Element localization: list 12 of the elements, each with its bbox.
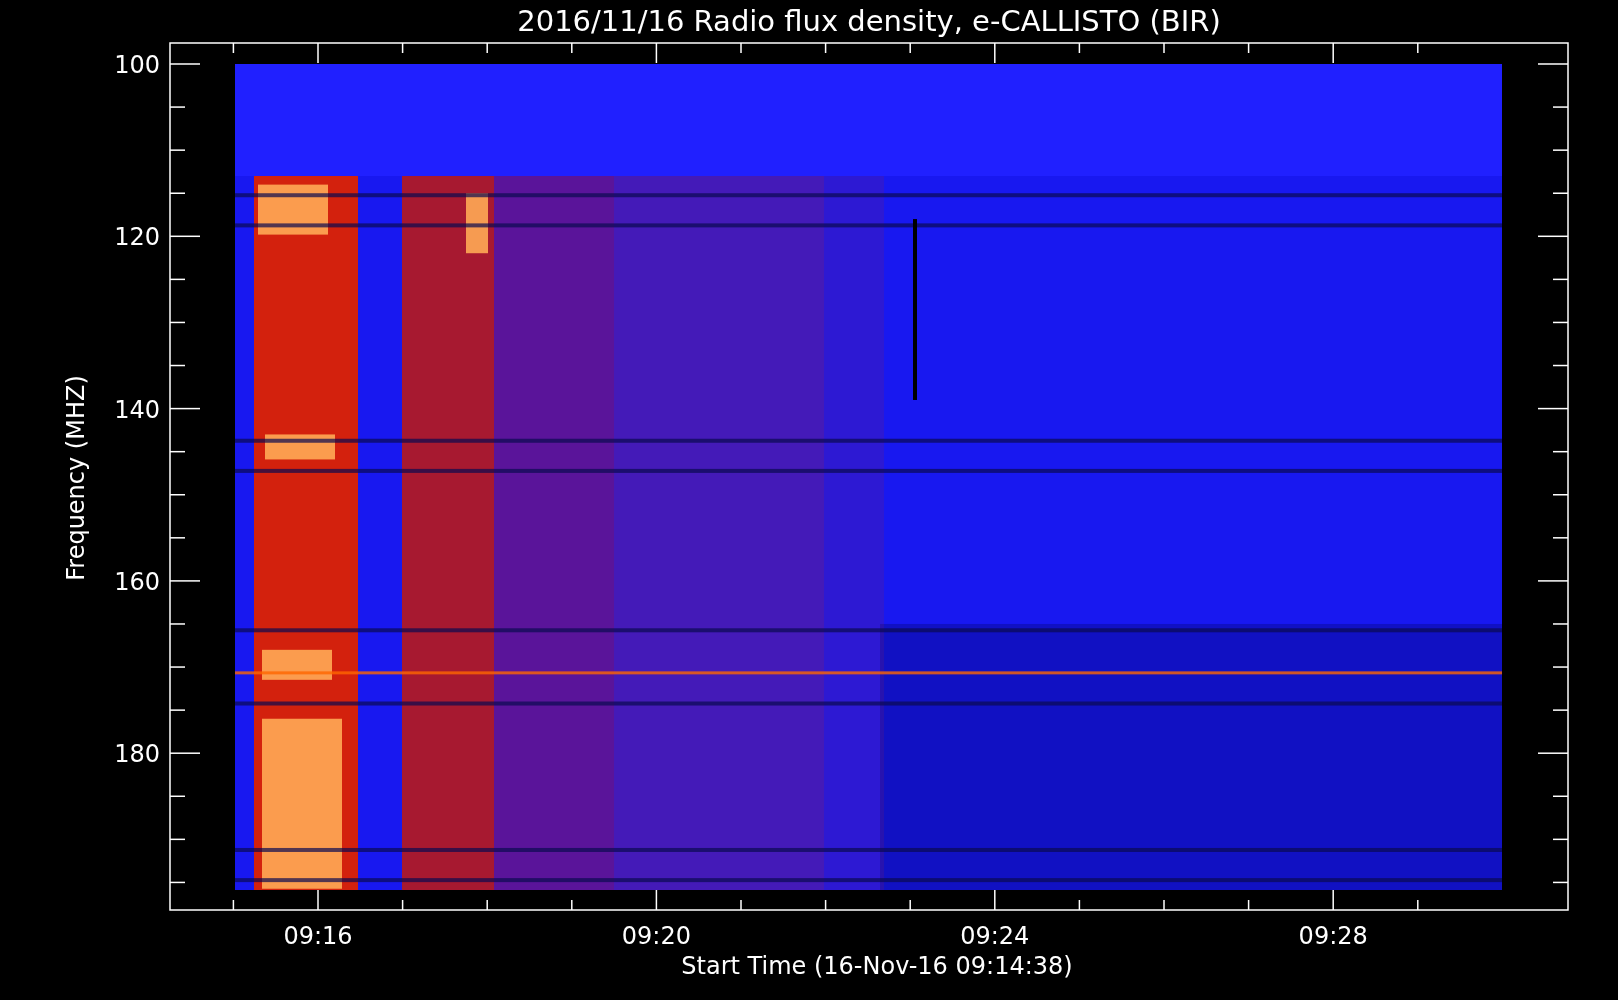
y-tick-label: 120: [114, 223, 160, 252]
x-tick-label: 09:24: [960, 922, 1030, 950]
x-tick-label: 09:28: [1298, 922, 1368, 950]
x-tick-label: 09:20: [621, 922, 691, 950]
y-tick-label: 160: [114, 567, 160, 596]
chart-title: 2016/11/16 Radio flux density, e-CALLISTO (BIR): [517, 4, 1221, 38]
y-tick-label: 100: [114, 51, 160, 79]
y-axis-label: Frequency (MHZ): [62, 375, 90, 581]
x-tick-label: 09:16: [283, 922, 353, 950]
x-axis-label: Start Time (16-Nov-16 09:14:38): [681, 952, 1073, 980]
y-tick-label: 180: [114, 740, 160, 769]
y-tick-label: 140: [114, 395, 160, 424]
